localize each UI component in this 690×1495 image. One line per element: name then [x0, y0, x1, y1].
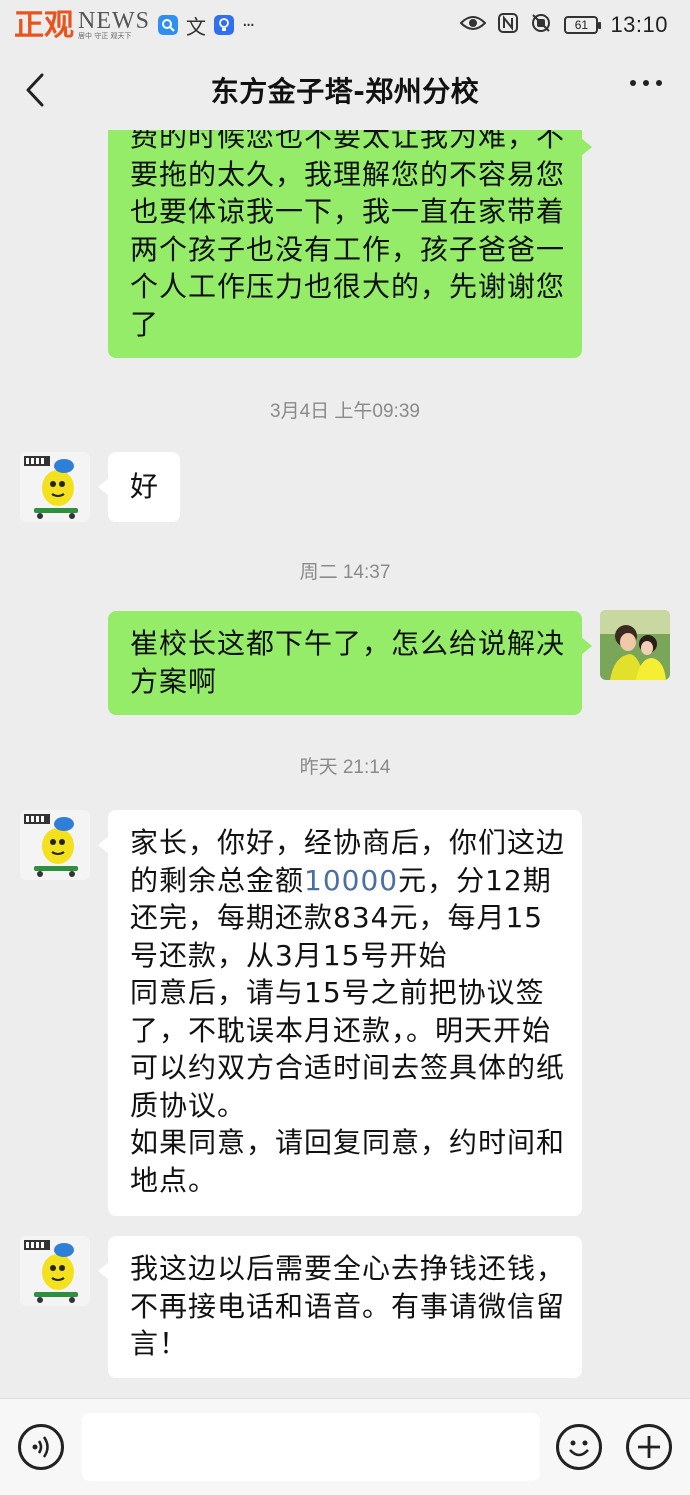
watermark-news: NEWS 居中 守正 观天下 [78, 7, 150, 41]
message-timestamp: 3月4日 上午09:39 [270, 401, 420, 422]
message-line: 可以约双方合适时间去签具体的纸 [130, 1051, 566, 1084]
message-bubble-received[interactable]: 我这边以后需要全心去挣钱还钱， 不再接电话和语音。有事请微信留 言！ [98, 1236, 582, 1378]
message-line: 质协议。 [130, 1088, 247, 1122]
voice-icon [32, 1436, 49, 1458]
dot-icon [630, 80, 636, 86]
message-line: 费的时候您也不要太让我为难，不 [130, 130, 566, 153]
translate-icon: 文 [186, 14, 206, 39]
status-bar-left: 正观 NEWS 居中 守正 观天下 文 ··· [14, 7, 255, 43]
plus-icon [638, 1436, 660, 1458]
watermark-slogan: 居中 守正 观天下 [78, 31, 132, 40]
lightbulb-icon [214, 15, 234, 35]
message-bubble-sent[interactable]: 崔校长这都下午了，怎么给说解决 方案啊 [108, 611, 592, 715]
clock: 13:10 [610, 12, 668, 37]
more-dots-icon: ··· [242, 14, 255, 36]
qq-icon [158, 15, 178, 35]
user-photo-icon [600, 610, 670, 680]
message-line: 了 [130, 307, 160, 341]
cartoon-avatar-icon [20, 452, 90, 522]
more-functions-button[interactable] [626, 1424, 672, 1470]
chevron-left-icon [26, 73, 44, 107]
chat-header: 东方金子塔-郑州分校 [0, 50, 690, 130]
watermark-news-text: NEWS [78, 7, 150, 34]
message-line: 要拖的太久，我理解您的不容易您 [130, 157, 566, 191]
status-bar: 正观 NEWS 居中 守正 观天下 文 ··· 61 13:10 [0, 0, 690, 50]
emoji-icon [569, 1440, 589, 1457]
battery-icon: 61 [564, 16, 602, 34]
message-line: 如果同意，请回复同意，约时间和 [130, 1126, 566, 1159]
message-bubble-received[interactable]: 家长，你好，经协商后，你们这边 的剩余总金额10000元，分12期 还完，每期还… [98, 810, 582, 1216]
message-line: 还完，每期还款834元，每月15 [130, 901, 544, 934]
message-timestamp: 周二 14:37 [299, 562, 391, 583]
message-bubble-received[interactable]: 好 [98, 452, 180, 522]
message-input-bar [0, 1398, 690, 1495]
dot-icon [656, 80, 662, 86]
message-line: 好 [130, 470, 160, 503]
eye-icon [460, 13, 487, 37]
cartoon-avatar-icon [20, 810, 90, 880]
nfc-icon [498, 12, 519, 38]
battery-level: 61 [574, 18, 589, 32]
message-line: 号还款，从3月15号开始 [130, 938, 448, 972]
message-line: 言！ [130, 1327, 189, 1360]
message-text-input[interactable] [82, 1413, 540, 1481]
message-line: 方案啊 [130, 664, 218, 698]
cartoon-avatar-icon [20, 1236, 90, 1306]
contact-avatar[interactable] [20, 452, 90, 522]
message-line: 崔校长这都下午了，怎么给说解决 [130, 627, 566, 660]
message-line: 了，不耽误本月还款，。明天开始 [130, 1013, 552, 1047]
contact-avatar[interactable] [20, 810, 90, 880]
emoji-button[interactable] [556, 1424, 602, 1470]
back-button[interactable] [22, 72, 52, 108]
more-options-button[interactable] [630, 80, 662, 86]
message-line: 地点。 [130, 1163, 218, 1197]
message-timestamp: 昨天 21:14 [299, 757, 391, 778]
message-line: 同意后，请与15号之前把协议签 [130, 976, 545, 1009]
message-line: 个人工作压力也很大的，先谢谢您 [130, 270, 566, 303]
message-line: 两个孩子也没有工作，孩子爸爸一 [130, 232, 566, 266]
dot-icon [643, 80, 649, 86]
chat-message-list[interactable]: 费的时候您也不要太让我为难，不 要拖的太久，我理解您的不容易您 也要体谅我一下，… [0, 130, 690, 1398]
status-bar-right: 61 13:10 [460, 12, 668, 39]
chat-title: 东方金子塔-郑州分校 [210, 75, 480, 108]
message-bubble-sent[interactable]: 费的时候您也不要太让我为难，不 要拖的太久，我理解您的不容易您 也要体谅我一下，… [108, 130, 592, 358]
amount-highlight: 10000 [304, 863, 399, 897]
message-line: 的剩余总金额10000元，分12期 [130, 863, 552, 897]
watermark-main-text: 正观 [14, 7, 74, 43]
silent-icon [530, 12, 552, 39]
message-line: 家长，你好，经协商后，你们这边 [130, 826, 566, 859]
message-line: 不再接电话和语音。有事请微信留 [130, 1289, 566, 1323]
contact-avatar[interactable] [20, 1236, 90, 1306]
user-avatar[interactable] [600, 610, 670, 680]
watermark-logo: 正观 NEWS 居中 守正 观天下 [14, 7, 150, 43]
message-line: 我这边以后需要全心去挣钱还钱， [130, 1252, 566, 1285]
message-line: 也要体谅我一下，我一直在家带着 [130, 195, 566, 228]
voice-input-button[interactable] [18, 1424, 64, 1470]
